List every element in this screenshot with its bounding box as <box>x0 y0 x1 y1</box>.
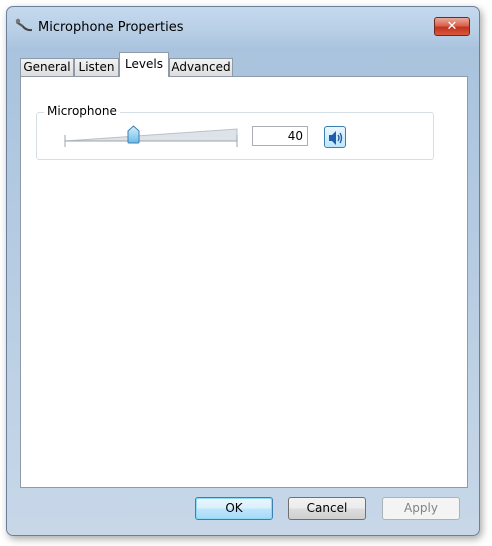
tab-listen[interactable]: Listen <box>74 58 119 77</box>
speaker-icon <box>329 131 343 145</box>
ok-button[interactable]: OK <box>195 497 273 520</box>
tab-levels[interactable]: Levels <box>119 52 169 77</box>
slider-thumb[interactable] <box>127 125 140 144</box>
level-slider[interactable] <box>63 123 239 149</box>
tab-general[interactable]: General <box>20 58 74 77</box>
dialog-window: Microphone Properties ✕ General Listen L… <box>6 6 480 536</box>
title-bar[interactable]: Microphone Properties ✕ <box>7 7 479 41</box>
microphone-group: Microphone 40 <box>36 104 434 160</box>
group-label: Microphone <box>44 104 120 118</box>
microphone-icon <box>15 17 35 35</box>
tab-advanced[interactable]: Advanced <box>169 58 233 77</box>
cancel-button[interactable]: Cancel <box>288 497 366 520</box>
mute-button[interactable] <box>324 126 346 148</box>
close-icon: ✕ <box>446 19 458 34</box>
apply-button[interactable]: Apply <box>382 497 460 520</box>
level-value-field[interactable]: 40 <box>252 126 308 146</box>
close-button[interactable]: ✕ <box>434 17 470 36</box>
levels-panel: Microphone 40 <box>20 76 468 488</box>
window-title: Microphone Properties <box>38 20 184 35</box>
